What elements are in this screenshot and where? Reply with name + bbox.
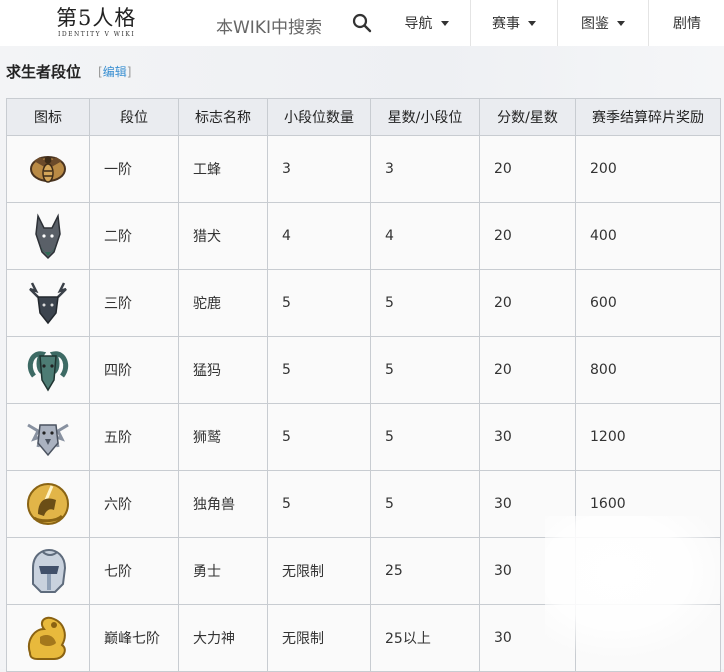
sub-tier-count-cell: 无限制: [267, 604, 371, 672]
tier-cell: 巅峰七阶: [89, 604, 179, 672]
search-input[interactable]: 本WIKI中搜索: [216, 13, 322, 38]
chevron-down-icon: [617, 20, 625, 26]
points-cell: 20: [479, 336, 576, 404]
emblem-cell: 猛犸: [178, 336, 268, 404]
hercules-icon[interactable]: [24, 613, 72, 663]
tier-cell: 五阶: [89, 403, 179, 471]
points-cell: 20: [479, 269, 576, 337]
nav-label: 赛事: [492, 16, 520, 32]
content-section: 求生者段位 [编辑] 图标 段位 标志名称 小段位数量 星数/小段位 分数/星数…: [0, 46, 724, 672]
nav-label: 导航: [404, 16, 433, 32]
emblem-cell: 大力神: [178, 604, 268, 672]
search-icon[interactable]: [352, 13, 372, 33]
griffin-icon[interactable]: [24, 413, 72, 461]
icon-cell: [6, 269, 90, 337]
nav-menu-guide[interactable]: 导航: [384, 0, 469, 46]
stars-cell: 25: [370, 537, 480, 605]
sub-tier-count-cell: 5: [267, 403, 371, 471]
column-header: 标志名称: [178, 98, 268, 136]
stars-cell: 4: [370, 202, 480, 270]
column-header: 星数/小段位: [370, 98, 480, 136]
emblem-cell: 工蜂: [178, 135, 268, 203]
emblem-cell: 驼鹿: [178, 269, 268, 337]
icon-cell: [6, 537, 90, 605]
table-row: 四阶 猛犸 5 5 20 800: [6, 336, 721, 404]
sub-tier-count-cell: 4: [267, 202, 371, 270]
chevron-down-icon: [528, 20, 536, 26]
tier-cell: 四阶: [89, 336, 179, 404]
stars-cell: 25以上: [370, 604, 480, 672]
column-header: 小段位数量: [267, 98, 371, 136]
edit-link[interactable]: 编辑: [103, 65, 127, 79]
table-header-row: 图标 段位 标志名称 小段位数量 星数/小段位 分数/星数 赛季结算碎片奖励: [6, 98, 721, 136]
reward-cell: 800: [575, 336, 721, 404]
sub-tier-count-cell: 无限制: [267, 537, 371, 605]
warrior-helmet-icon[interactable]: [25, 546, 71, 596]
emblem-cell: 狮鹫: [178, 403, 268, 471]
points-cell: 20: [479, 202, 576, 270]
points-cell: 20: [479, 135, 576, 203]
reward-cell: 200: [575, 135, 721, 203]
icon-cell: [6, 403, 90, 471]
emblem-cell: 猎犬: [178, 202, 268, 270]
elk-icon[interactable]: [24, 279, 72, 327]
tier-cell: 七阶: [89, 537, 179, 605]
icon-cell: [6, 470, 90, 538]
table-row: 二阶 猎犬 4 4 20 400: [6, 202, 721, 270]
site-logo[interactable]: 第5人格 IDENTITY V WIKI: [56, 6, 138, 40]
sub-tier-count-cell: 5: [267, 470, 371, 538]
tier-cell: 六阶: [89, 470, 179, 538]
points-cell: 30: [479, 403, 576, 471]
reward-cell: 400: [575, 202, 721, 270]
stars-cell: 5: [370, 403, 480, 471]
stars-cell: 3: [370, 135, 480, 203]
tier-cell: 三阶: [89, 269, 179, 337]
column-header: 分数/星数: [479, 98, 576, 136]
sub-tier-count-cell: 5: [267, 336, 371, 404]
icon-cell: [6, 202, 90, 270]
edit-section: [编辑]: [98, 63, 131, 80]
logo-subtext: IDENTITY V WIKI: [58, 31, 136, 38]
icon-cell: [6, 604, 90, 672]
stars-cell: 5: [370, 470, 480, 538]
chevron-down-icon: [440, 20, 449, 26]
table-row: 一阶 工蜂 3 3 20 200: [6, 135, 721, 203]
watermark-fade: [545, 516, 724, 656]
emblem-cell: 勇士: [178, 537, 268, 605]
column-header: 段位: [89, 98, 179, 136]
nav-label: 剧情: [673, 16, 701, 32]
tier-cell: 一阶: [89, 135, 179, 203]
nav-label: 图鉴: [581, 16, 609, 32]
table-row: 五阶 狮鹫 5 5 30 1200: [6, 403, 721, 471]
section-title: 求生者段位: [6, 63, 82, 81]
stars-cell: 5: [370, 269, 480, 337]
stars-cell: 5: [370, 336, 480, 404]
icon-cell: [6, 336, 90, 404]
reward-cell: 600: [575, 269, 721, 337]
unicorn-icon[interactable]: [24, 480, 72, 528]
hound-icon[interactable]: [26, 212, 70, 260]
nav-menu-events[interactable]: 赛事: [470, 0, 557, 46]
sub-tier-count-cell: 5: [267, 269, 371, 337]
logo-text: 第5人格: [56, 6, 137, 30]
edit-bracket-close: ]: [126, 65, 132, 79]
nav-menu-catalog[interactable]: 图鉴: [557, 0, 648, 46]
nav-menu-story[interactable]: 剧情: [648, 0, 724, 46]
emblem-cell: 独角兽: [178, 470, 268, 538]
sub-tier-count-cell: 3: [267, 135, 371, 203]
column-header: 图标: [6, 98, 90, 136]
reward-cell: 1200: [575, 403, 721, 471]
icon-cell: [6, 135, 90, 203]
worker-bee-icon[interactable]: [26, 147, 70, 191]
column-header: 赛季结算碎片奖励: [575, 98, 721, 136]
mammoth-icon[interactable]: [24, 346, 72, 394]
tier-cell: 二阶: [89, 202, 179, 270]
top-navigation-bar: 第5人格 IDENTITY V WIKI 本WIKI中搜索 导航 赛事 图鉴 剧…: [0, 0, 724, 47]
table-row: 三阶 驼鹿 5 5 20 600: [6, 269, 721, 337]
